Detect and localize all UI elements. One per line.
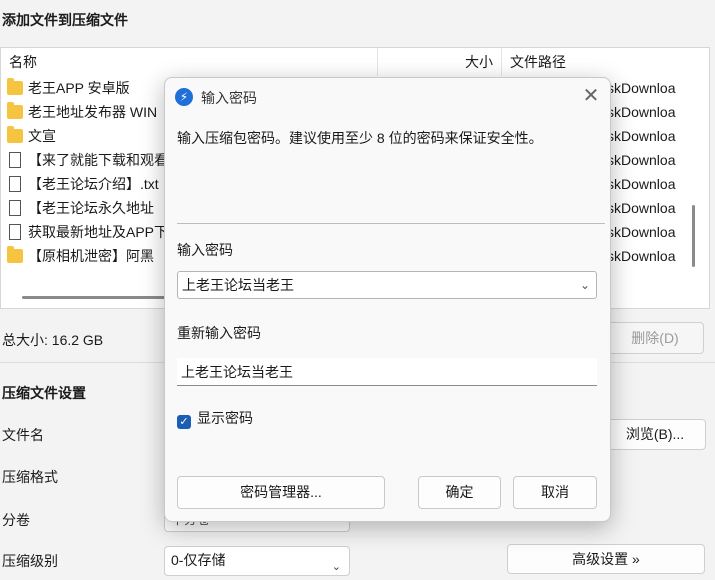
show-password-label: 显示密码	[197, 410, 253, 426]
advanced-settings-button[interactable]: 高级设置 »	[507, 544, 705, 574]
file-path: skDownloa	[607, 128, 676, 144]
split-label: 分卷	[2, 512, 30, 528]
file-icon	[9, 152, 21, 168]
file-icon	[9, 200, 21, 216]
filename-label: 文件名	[2, 427, 44, 443]
horizontal-scrollbar[interactable]	[22, 296, 172, 299]
password-value: 上老王论坛当老王	[182, 277, 294, 293]
file-path: skDownloa	[607, 248, 676, 264]
file-name: 【老王论坛永久地址	[28, 200, 154, 216]
level-select-value: 0-仅存储	[171, 552, 226, 568]
file-name: 【老王论坛介绍】.txt	[28, 176, 159, 192]
folder-icon	[7, 78, 23, 95]
format-label: 压缩格式	[2, 469, 58, 485]
password-combobox[interactable]: 上老王论坛当老王 ⌄	[177, 271, 597, 299]
level-select[interactable]: 0-仅存储 ⌄	[164, 546, 350, 576]
column-header-name[interactable]: 名称	[9, 48, 37, 76]
file-path: skDownloa	[607, 224, 676, 240]
file-path: skDownloa	[607, 200, 676, 216]
reenter-password-label: 重新输入密码	[177, 325, 261, 341]
reenter-password-input[interactable]: 上老王论坛当老王	[177, 358, 597, 386]
vertical-scrollbar[interactable]	[692, 205, 695, 267]
checkmark-icon[interactable]: ✓	[177, 415, 191, 429]
file-path: skDownloa	[607, 104, 676, 120]
file-path: skDownloa	[607, 176, 676, 192]
file-name: 老王地址发布器 WIN	[28, 104, 158, 120]
show-password-checkbox[interactable]: ✓ 显示密码	[177, 408, 253, 429]
folder-icon	[7, 126, 23, 143]
total-size: 总大小: 16.2 GB	[2, 332, 104, 348]
app-logo-icon: ⚡	[175, 88, 193, 106]
password-manager-button[interactable]: 密码管理器...	[177, 476, 385, 509]
file-name: 【原相机泄密】阿黑	[28, 248, 154, 264]
file-icon	[9, 224, 21, 240]
column-header-size[interactable]: 大小	[377, 48, 499, 76]
divider	[177, 223, 605, 224]
delete-button[interactable]: 删除(D)	[606, 322, 704, 354]
file-name: 老王APP 安卓版	[28, 80, 130, 96]
close-icon[interactable]: ✕	[581, 84, 601, 108]
password-label: 输入密码	[177, 242, 233, 258]
file-icon	[9, 176, 21, 192]
browse-button[interactable]: 浏览(B)...	[604, 419, 706, 450]
ok-button[interactable]: 确定	[418, 476, 501, 509]
folder-icon	[7, 102, 23, 119]
chevron-down-icon: ⌄	[331, 561, 341, 573]
dialog-description: 输入压缩包密码。建议使用至少 8 位的密码来保证安全性。	[177, 130, 543, 146]
column-header-path[interactable]: 文件路径	[501, 48, 711, 76]
level-label: 压缩级别	[2, 553, 58, 569]
file-name: 文宣	[28, 128, 56, 144]
file-name: 【来了就能下载和观看	[28, 152, 168, 168]
file-path: skDownloa	[607, 80, 676, 96]
file-name: 获取最新地址及APP下	[28, 224, 169, 240]
password-dialog: ⚡ 输入密码 ✕ 输入压缩包密码。建议使用至少 8 位的密码来保证安全性。 输入…	[164, 77, 611, 522]
settings-section-title: 压缩文件设置	[2, 385, 86, 401]
cancel-button[interactable]: 取消	[513, 476, 597, 509]
window-title: 添加文件到压缩文件	[2, 12, 128, 28]
chevron-down-icon[interactable]: ⌄	[580, 272, 590, 298]
folder-icon	[7, 246, 23, 263]
dialog-title: 输入密码	[201, 90, 257, 106]
file-path: skDownloa	[607, 152, 676, 168]
